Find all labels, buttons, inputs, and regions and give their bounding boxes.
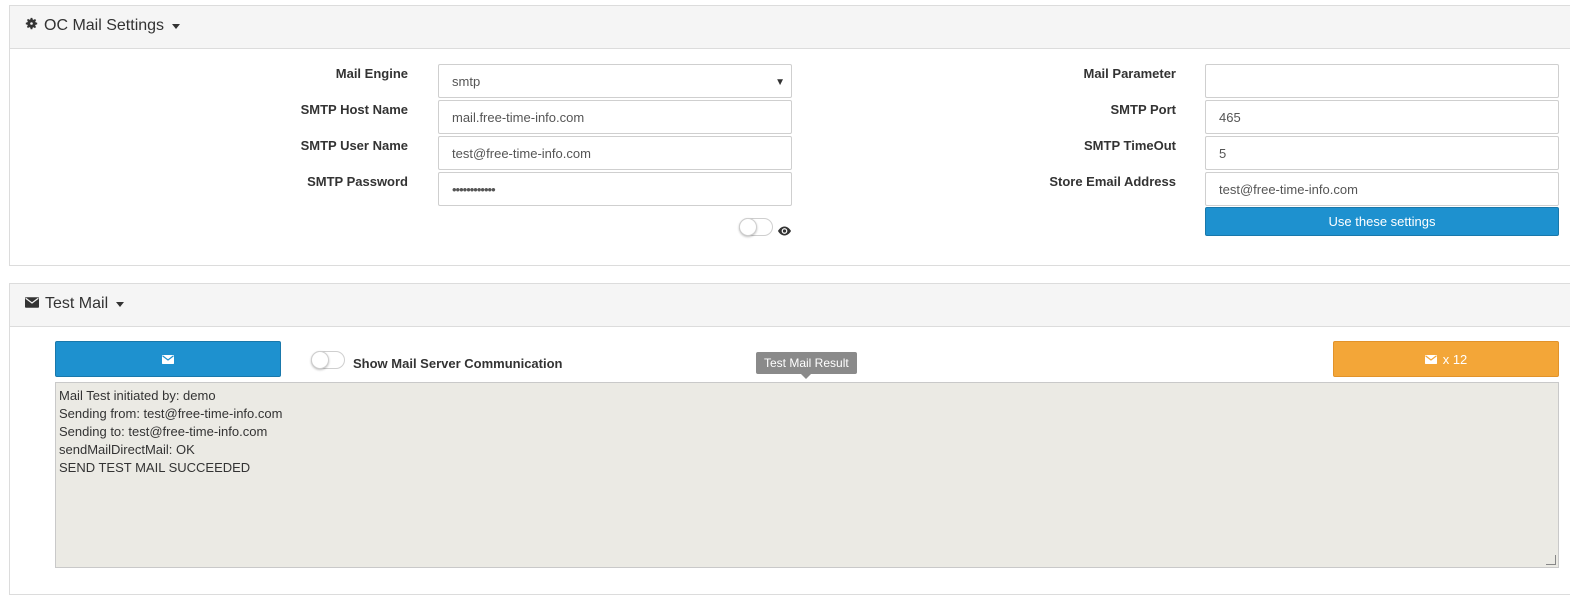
test-mail-result-tooltip: Test Mail Result [756,352,857,379]
smtp-port-label: SMTP Port [1110,102,1177,117]
result-line: Sending to: test@free-time-info.com [59,424,268,439]
show-communication-label: Show Mail Server Communication [353,356,563,371]
show-password-toggle[interactable] [739,218,773,236]
toggle-knob [311,351,329,369]
result-line: Mail Test initiated by: demo [59,388,216,403]
mail-engine-value: smtp [452,73,481,89]
smtp-user-value: test@free-time-info.com [452,145,591,161]
smtp-host-input[interactable]: mail.free-time-info.com [438,100,792,134]
envelope-icon [1424,352,1437,367]
store-email-label: Store Email Address [1049,174,1176,189]
result-line: sendMailDirectMail: OK [59,442,195,457]
store-email-value: test@free-time-info.com [1219,181,1358,197]
store-email-input[interactable]: test@free-time-info.com [1205,172,1559,206]
mail-settings-title-text: OC Mail Settings [44,17,165,34]
bulk-send-label: x 12 [1442,351,1468,367]
mail-parameter-input[interactable] [1205,64,1559,98]
show-communication-toggle[interactable] [311,351,345,369]
smtp-password-label: SMTP Password [307,174,408,189]
smtp-user-label: SMTP User Name [300,138,408,153]
select-arrow-icon: ▼ [775,77,785,88]
use-these-settings-button[interactable]: Use these settings [1205,207,1559,236]
mail-engine-label: Mail Engine [335,66,408,81]
result-line: SEND TEST MAIL SUCCEEDED [59,460,251,475]
test-mail-title-text: Test Mail [45,295,109,312]
envelope-icon [162,352,174,367]
smtp-password-input[interactable]: •••••••••••• [438,172,792,206]
smtp-host-value: mail.free-time-info.com [452,109,585,125]
send-test-mail-button[interactable] [55,341,281,377]
toggle-knob [739,218,757,236]
smtp-timeout-input[interactable]: 5 [1205,136,1559,170]
smtp-timeout-label: SMTP TimeOut [1084,138,1176,153]
bulk-send-button[interactable]: x 12 [1333,341,1559,377]
mail-parameter-label: Mail Parameter [1083,66,1177,81]
test-mail-header[interactable]: Test Mail [10,284,1570,327]
smtp-timeout-value: 5 [1219,145,1227,161]
gear-icon [25,17,38,35]
test-mail-title[interactable]: Test Mail [25,295,125,313]
eye-icon[interactable] [778,224,791,239]
mail-engine-select[interactable]: smtp ▼ [438,64,792,98]
result-line: Sending from: test@free-time-info.com [59,406,283,421]
use-these-settings-label: Use these settings [1328,214,1436,229]
envelope-icon [25,295,39,313]
resize-grip-icon[interactable] [1546,555,1556,565]
smtp-host-label: SMTP Host Name [300,102,408,117]
smtp-password-value: •••••••••••• [452,181,496,197]
mail-settings-header[interactable]: OC Mail Settings [10,6,1570,49]
caret-down-icon [172,23,181,29]
mail-settings-title[interactable]: OC Mail Settings [25,17,181,35]
smtp-port-value: 465 [1219,109,1241,125]
smtp-user-input[interactable]: test@free-time-info.com [438,136,792,170]
test-mail-result-textarea[interactable]: Mail Test initiated by: demo Sending fro… [55,382,1559,568]
caret-down-icon [116,301,125,307]
smtp-port-input[interactable]: 465 [1205,100,1559,134]
